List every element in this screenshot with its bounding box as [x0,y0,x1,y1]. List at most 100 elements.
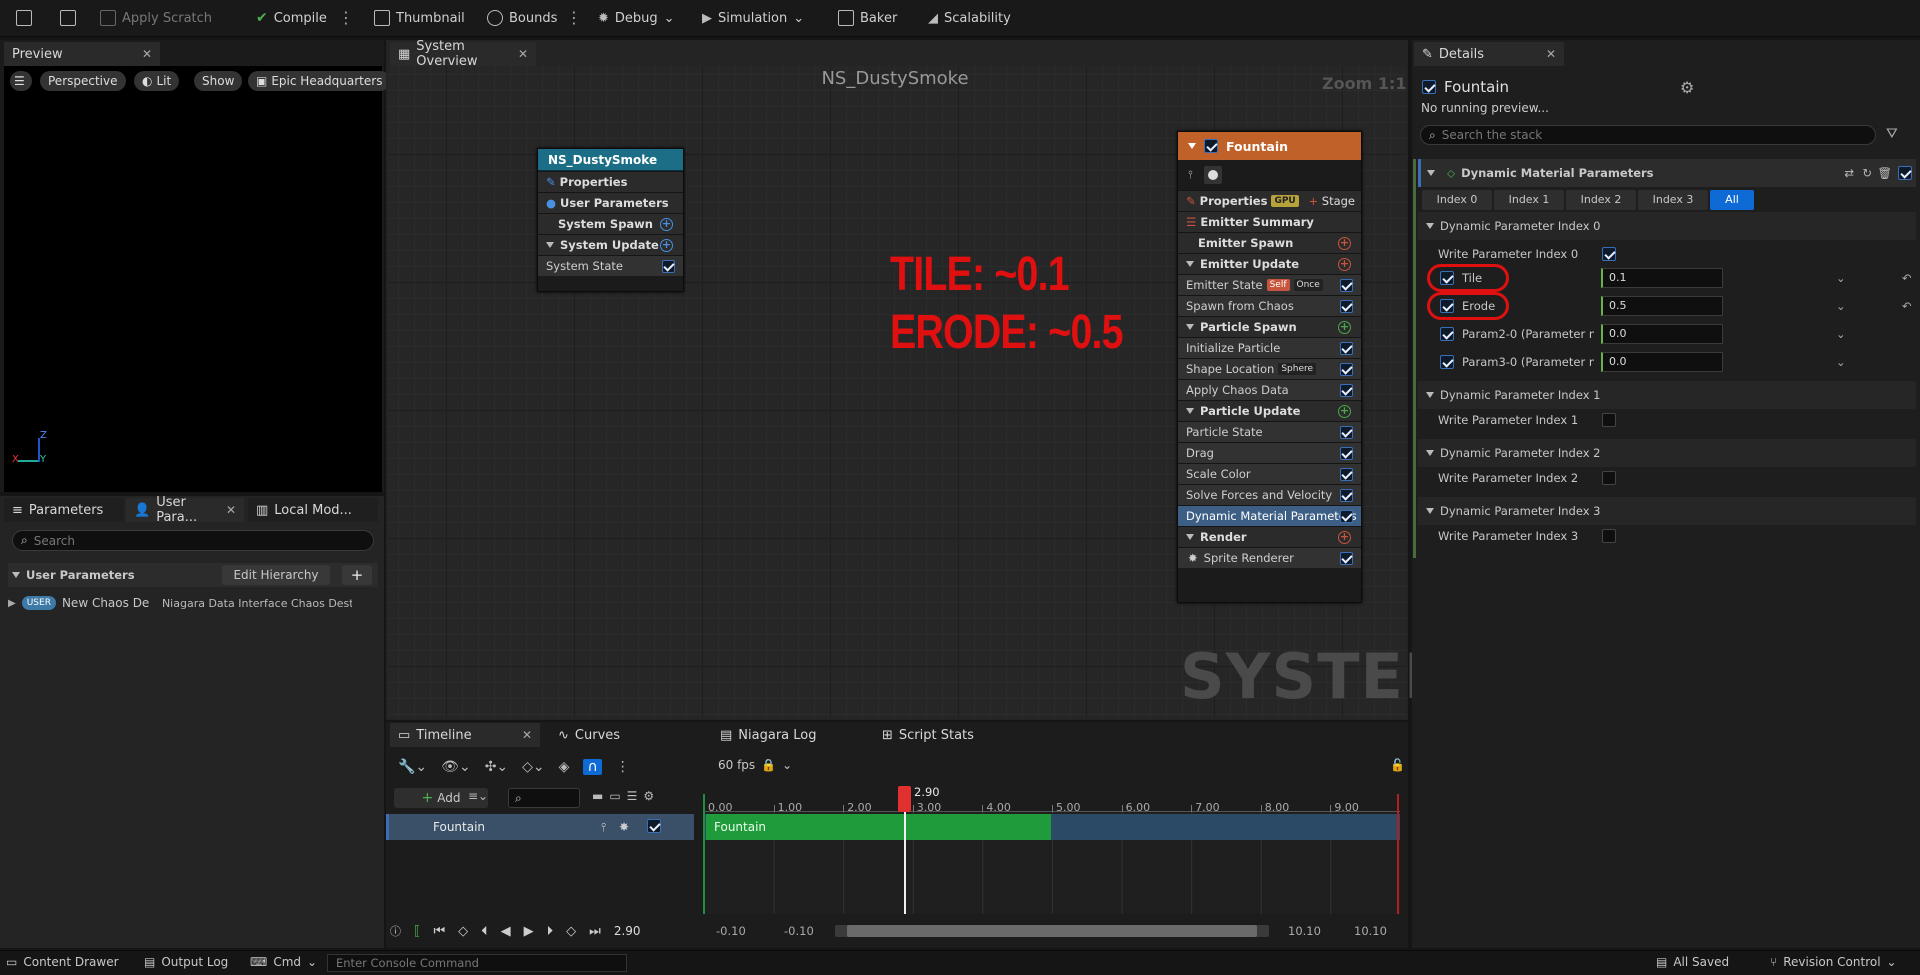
particle-state-row[interactable]: Particle State [1178,421,1361,442]
track-view-icons[interactable]: ▬▭☰⚙ [592,789,660,803]
tab-index-all[interactable]: All [1710,190,1754,210]
emitter-properties-row[interactable]: ✎ Properties GPU + Stage [1178,190,1361,211]
initialize-particle-row[interactable]: Initialize Particle [1178,337,1361,358]
erode-value-field[interactable]: 0.5 [1601,296,1723,316]
enable-checkbox[interactable] [1340,363,1353,376]
show-button[interactable]: Show [194,71,243,91]
view-range-start[interactable]: -0.10 [716,924,746,938]
emitter-spawn-row[interactable]: Emitter Spawn + [1178,232,1361,253]
set-start-icon[interactable]: ⟦ [414,924,420,939]
close-icon[interactable]: ✕ [226,503,236,517]
enable-checkbox[interactable] [1340,300,1353,313]
collapse-icon[interactable] [12,572,20,578]
add-module-icon[interactable]: + [1338,258,1351,271]
thumbnail-button[interactable]: Thumbnail [374,6,465,30]
system-user-parameters-row[interactable]: ● User Parameters [538,192,683,213]
track-enabled-checkbox[interactable] [647,819,661,833]
skip-to-end-icon[interactable]: ⏭ [589,924,601,939]
scrollbar-thumb[interactable] [847,925,1257,937]
render-row[interactable]: Render + [1178,526,1361,547]
tab-local-modules[interactable]: ▥ Local Mod... [248,498,378,522]
close-icon[interactable]: ✕ [1546,47,1556,61]
tab-script-stats[interactable]: ⊞ Script Stats [874,723,994,747]
write-index1-checkbox[interactable] [1602,413,1616,427]
add-module-icon[interactable]: + [1338,405,1351,418]
content-drawer-button[interactable]: ▭ Content Drawer [6,955,119,969]
play-reverse-icon[interactable]: ◀ [501,924,511,939]
enable-checkbox[interactable] [1340,552,1353,565]
param2-value-field[interactable]: 0.0 [1601,324,1723,344]
particle-update-row[interactable]: Particle Update + [1178,400,1361,421]
stack-search-input[interactable]: ⌕ Search the stack [1420,125,1876,145]
reset-icon[interactable]: ↶ [1902,299,1912,313]
autokey-icon[interactable]: ◈ [559,759,570,775]
keyframe-options-icon[interactable]: ✣⌄ [485,759,508,775]
track-search-input[interactable]: ⌕ [508,788,580,808]
collapse-icon[interactable] [1186,324,1194,330]
tab-curves[interactable]: ∿ Curves [550,723,670,747]
timeline-scrollbar[interactable] [835,925,1269,937]
enable-checkbox[interactable] [1340,489,1353,502]
pin-icon[interactable]: ⫯ [1188,168,1193,182]
lit-button[interactable]: ◐ Lit [134,71,180,91]
enable-checkbox[interactable] [1340,426,1353,439]
drag-row[interactable]: Drag [1178,442,1361,463]
enable-checkbox[interactable] [1340,384,1353,397]
param3-checkbox[interactable] [1440,355,1454,369]
track-row-fountain[interactable]: Fountain ⫯ ✸ [386,814,694,840]
fountain-track-bar[interactable]: Fountain [706,814,1051,840]
scalability-button[interactable]: ◢ Scalability [928,6,1011,30]
prev-key-icon[interactable]: ◇ [458,924,468,939]
revision-control-button[interactable]: ⑂ Revision Control ⌄ [1770,955,1897,969]
emitter-node-header[interactable]: Fountain [1178,132,1361,160]
chevron-down-icon[interactable]: ⌄ [1836,327,1846,341]
console-input[interactable]: Enter Console Command [327,954,627,972]
collapse-icon[interactable] [1426,508,1434,514]
enable-checkbox[interactable] [1340,468,1353,481]
enable-checkbox[interactable] [662,260,675,273]
sprite-icon[interactable]: ✸ [619,820,629,834]
range-end-marker[interactable] [1397,794,1399,914]
chevron-down-icon[interactable]: ⌄ [1836,355,1846,369]
expand-icon[interactable]: ▶ [8,598,16,609]
tab-index-3[interactable]: Index 3 [1638,190,1708,210]
level-button[interactable]: ▣ Epic Headquarters [248,71,391,91]
tab-user-parameters[interactable]: 👤 User Para... ✕ [126,495,244,525]
perspective-button[interactable]: Perspective [40,71,126,91]
bounds-options-icon[interactable]: ⋮ [566,10,582,26]
compile-button[interactable]: ✔ Compile [256,6,327,30]
simulation-button[interactable]: ▶ Simulation ⌄ [702,6,804,30]
fountain-emitter-node[interactable]: Fountain ⫯ ✎ Properties GPU + Stage ☰ Emitte… [1177,131,1362,603]
system-spawn-row[interactable]: System Spawn + [538,213,683,234]
viewport-menu-button[interactable]: ☰ [10,71,32,91]
index2-section[interactable]: Dynamic Parameter Index 2 [1418,439,1916,467]
tile-checkbox[interactable] [1440,271,1454,285]
reset-icon[interactable]: ↶ [1902,271,1912,285]
dynamic-material-section-header[interactable]: ⬦ Dynamic Material Parameters ⇄ ↻ 🗑 [1418,159,1916,187]
collapse-icon[interactable] [1426,223,1434,229]
collapse-icon[interactable] [1186,261,1194,267]
baker-button[interactable]: Baker [838,6,897,30]
compile-options-icon[interactable]: ⋮ [338,10,354,26]
snap-icon[interactable]: ∩ [583,759,602,775]
index0-section[interactable]: Dynamic Parameter Index 0 [1418,212,1916,240]
collapse-icon[interactable] [1427,170,1435,176]
shuffle-icon[interactable]: ⇄ [1844,166,1854,180]
info-icon[interactable]: ⓘ [390,923,401,939]
tab-details[interactable]: ✎ Details ✕ [1414,42,1564,66]
add-module-icon[interactable]: + [660,218,673,231]
tab-parameters[interactable]: ≡ Parameters [4,498,124,522]
tile-value-field[interactable]: 0.1 [1601,268,1723,288]
range-start-marker[interactable] [703,794,705,914]
close-icon[interactable]: ✕ [518,47,528,61]
step-forward-icon[interactable]: ⏵ [547,924,554,939]
stage-button[interactable]: + Stage [1308,194,1355,208]
write-index2-checkbox[interactable] [1602,471,1616,485]
playhead-handle[interactable] [898,786,911,812]
param3-value-field[interactable]: 0.0 [1601,352,1723,372]
collapse-icon[interactable] [1426,392,1434,398]
enable-checkbox[interactable] [1340,279,1353,292]
enable-checkbox[interactable] [1340,510,1353,523]
write-index3-checkbox[interactable] [1602,529,1616,543]
fps-selector[interactable]: 60 fps 🔒 ⌄ [718,758,792,772]
